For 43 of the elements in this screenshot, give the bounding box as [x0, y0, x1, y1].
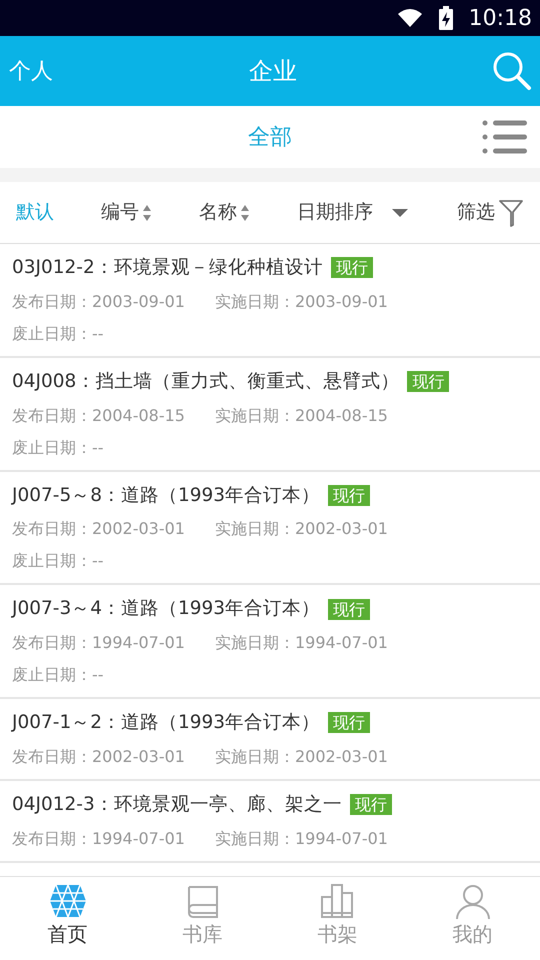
effective-date: 实施日期：1994-07-01	[214, 632, 388, 654]
list-menu-icon[interactable]	[482, 120, 528, 154]
caret-icon	[390, 206, 410, 218]
sort-option[interactable]: 名称	[199, 198, 250, 227]
effective-date: 实施日期：2002-03-01	[214, 746, 388, 768]
document-title[interactable]: 04J008：挡土墙（重力式、衡重式、悬臂式）	[12, 368, 400, 396]
sort-arrows-icon	[240, 202, 250, 222]
filter-icon	[498, 198, 524, 226]
effective-date: 实施日期：2003-09-01	[214, 290, 388, 313]
document-title[interactable]: J007-3～4：道路（1993年合订本）	[12, 595, 320, 623]
status-tag: 现行	[407, 371, 450, 392]
abolish-date: 废止日期：--	[12, 664, 105, 686]
document-title[interactable]: J007-5～8：道路（1993年合订本）	[12, 482, 320, 510]
publish-date: 发布日期：1994-07-01	[12, 632, 185, 654]
publish-date: 发布日期：2002-03-01	[12, 746, 185, 768]
abolish-date: 废止日期：--	[12, 322, 105, 345]
status-tag: 现行	[330, 257, 373, 278]
sort-option[interactable]: 编号	[101, 198, 152, 227]
sort-option[interactable]: 筛选	[457, 198, 524, 227]
publish-date: 发布日期：1994-07-01	[12, 828, 185, 850]
battery-icon	[438, 6, 453, 30]
status-tag: 现行	[328, 712, 370, 734]
effective-date: 实施日期：1994-07-01	[214, 828, 388, 850]
status-tag: 现行	[328, 484, 370, 506]
publish-date: 发布日期：2002-03-01	[12, 518, 185, 540]
wifi-icon	[396, 8, 423, 28]
effective-date: 实施日期：2002-03-01	[214, 518, 388, 540]
clock-time: 10:18	[468, 4, 532, 32]
abolish-date: 废止日期：--	[12, 436, 105, 458]
search-icon[interactable]	[492, 51, 532, 91]
document-title[interactable]: 04J012-3：环境景观一亭、廊、架之一	[12, 790, 342, 818]
home-icon	[48, 883, 88, 919]
sort-arrows-icon	[142, 202, 152, 222]
abolish-date: 废止日期：--	[12, 550, 105, 572]
effective-date: 实施日期：2004-08-15	[214, 404, 388, 426]
sort-option[interactable]: 日期排序	[297, 198, 410, 227]
document-title[interactable]: J007-1～2：道路（1993年合订本）	[12, 709, 320, 737]
document-title[interactable]: 03J012-2：环境景观－绿化种植设计	[12, 254, 323, 282]
status-tag: 现行	[350, 794, 392, 816]
publish-date: 发布日期：2003-09-01	[12, 290, 185, 313]
publish-date: 发布日期：2004-08-15	[12, 404, 185, 426]
nav-tab[interactable]: 首页	[0, 877, 135, 960]
status-tag: 现行	[328, 598, 370, 620]
